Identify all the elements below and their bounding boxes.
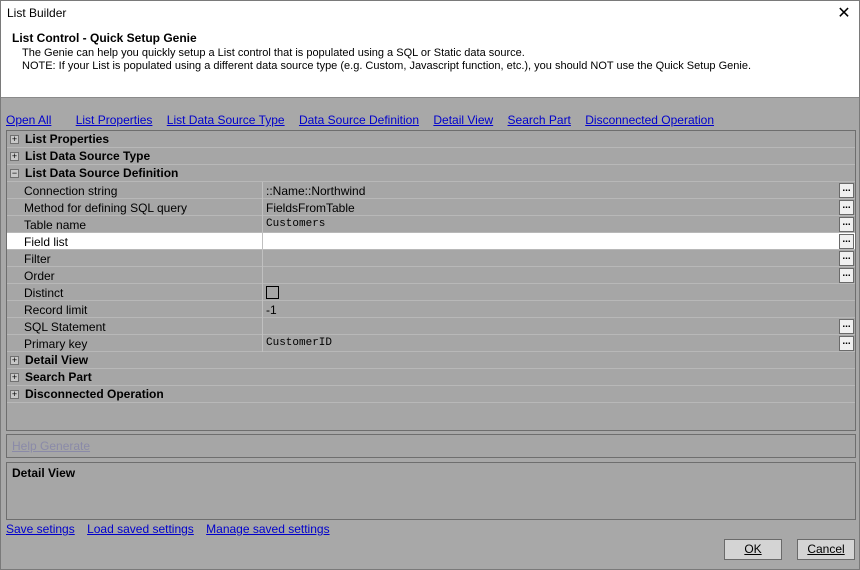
settings-links: Save setings Load saved settings Manage … (6, 522, 339, 536)
nav-list-properties[interactable]: List Properties (76, 113, 153, 127)
section-nav: Open All List Properties List Data Sourc… (6, 113, 725, 127)
header-divider (1, 97, 859, 98)
column-divider (262, 199, 263, 216)
prop-name: Method for defining SQL query (24, 201, 187, 215)
expand-icon[interactable]: + (10, 390, 19, 399)
genie-title: List Control - Quick Setup Genie (12, 31, 197, 45)
category-label: Disconnected Operation (25, 387, 164, 401)
column-divider (262, 250, 263, 267)
ellipsis-icon[interactable]: ... (839, 217, 854, 232)
column-divider (262, 233, 263, 250)
expand-icon[interactable]: + (10, 135, 19, 144)
category-list-data-source-type[interactable]: + List Data Source Type (7, 148, 855, 165)
column-divider (262, 216, 263, 233)
category-label: List Data Source Type (25, 149, 151, 163)
category-list-data-source-definition[interactable]: − List Data Source Definition (7, 165, 855, 182)
prop-name: Field list (24, 235, 69, 249)
prop-name: Order (24, 269, 55, 283)
prop-row-primary-key[interactable]: Primary key CustomerID ... (7, 335, 855, 352)
column-divider (262, 267, 263, 284)
detail-panel: Detail View (6, 462, 856, 520)
prop-row-method-sql-query[interactable]: Method for defining SQL query FieldsFrom… (7, 199, 855, 216)
property-grid: + List Properties + List Data Source Typ… (6, 130, 856, 431)
ok-button-label: OK (744, 542, 762, 556)
prop-row-distinct[interactable]: Distinct (7, 284, 855, 301)
prop-name: Distinct (24, 286, 64, 300)
prop-name: Primary key (24, 337, 88, 351)
nav-disconnected-operation[interactable]: Disconnected Operation (585, 113, 714, 127)
prop-value[interactable]: CustomerID (266, 337, 332, 349)
category-label: Detail View (25, 353, 89, 367)
detail-panel-title: Detail View (12, 466, 76, 480)
category-label: List Properties (25, 132, 110, 146)
column-divider (262, 335, 263, 352)
prop-row-table-name[interactable]: Table name Customers ... (7, 216, 855, 233)
expand-icon[interactable]: + (10, 373, 19, 382)
help-generate-link[interactable]: Help Generate (12, 439, 90, 453)
close-icon[interactable]: ✕ (829, 1, 859, 27)
genie-header: List Control - Quick Setup Genie The Gen… (1, 27, 859, 97)
nav-search-part[interactable]: Search Part (508, 113, 571, 127)
prop-value[interactable]: ::Name::Northwind (266, 184, 365, 198)
column-divider (262, 284, 263, 301)
expand-icon[interactable]: + (10, 152, 19, 161)
prop-row-order[interactable]: Order ... (7, 267, 855, 284)
genie-description: The Genie can help you quickly setup a L… (22, 47, 751, 73)
title-bar: List Builder ✕ (1, 1, 859, 27)
prop-row-record-limit[interactable]: Record limit -1 (7, 301, 855, 318)
prop-row-filter[interactable]: Filter ... (7, 250, 855, 267)
category-disconnected-operation[interactable]: + Disconnected Operation (7, 386, 855, 403)
collapse-icon[interactable]: − (10, 169, 19, 178)
prop-name: Record limit (24, 303, 88, 317)
prop-name: SQL Statement (24, 320, 106, 334)
ellipsis-icon[interactable]: ... (839, 319, 854, 334)
column-divider (262, 301, 263, 318)
ellipsis-icon[interactable]: ... (839, 234, 854, 249)
window-title: List Builder (7, 6, 67, 20)
column-divider (262, 318, 263, 335)
nav-list-data-source-type[interactable]: List Data Source Type (167, 113, 285, 127)
category-list-properties[interactable]: + List Properties (7, 131, 855, 148)
ellipsis-icon[interactable]: ... (839, 336, 854, 351)
nav-open-all[interactable]: Open All (6, 113, 51, 127)
column-divider (262, 182, 263, 199)
category-label: Search Part (25, 370, 92, 384)
prop-row-connection-string[interactable]: Connection string ::Name::Northwind ... (7, 182, 855, 199)
category-detail-view[interactable]: + Detail View (7, 352, 855, 369)
manage-saved-settings-link[interactable]: Manage saved settings (206, 522, 329, 536)
help-generate-panel: Help Generate (6, 434, 856, 458)
nav-data-source-definition[interactable]: Data Source Definition (299, 113, 419, 127)
prop-name: Connection string (24, 184, 118, 198)
ellipsis-icon[interactable]: ... (839, 268, 854, 283)
cancel-button-label: Cancel (807, 542, 845, 556)
nav-detail-view[interactable]: Detail View (433, 113, 493, 127)
distinct-checkbox[interactable] (266, 286, 279, 299)
genie-description-line2: NOTE: If your List is populated using a … (22, 60, 752, 72)
prop-value[interactable]: FieldsFromTable (266, 201, 355, 215)
prop-row-sql-statement[interactable]: SQL Statement ... (7, 318, 855, 335)
load-saved-settings-link[interactable]: Load saved settings (87, 522, 194, 536)
prop-value[interactable]: -1 (266, 303, 277, 317)
save-settings-link[interactable]: Save setings (6, 522, 75, 536)
category-label: List Data Source Definition (25, 166, 179, 180)
ellipsis-icon[interactable]: ... (839, 200, 854, 215)
prop-name: Table name (24, 218, 87, 232)
ellipsis-icon[interactable]: ... (839, 183, 854, 198)
prop-name: Filter (24, 252, 51, 266)
list-builder-window: List Builder ✕ List Control - Quick Setu… (0, 0, 860, 570)
category-search-part[interactable]: + Search Part (7, 369, 855, 386)
prop-value[interactable]: Customers (266, 218, 325, 230)
ellipsis-icon[interactable]: ... (839, 251, 854, 266)
expand-icon[interactable]: + (10, 356, 19, 365)
genie-description-line1: The Genie can help you quickly setup a L… (22, 47, 525, 59)
ok-button[interactable]: OK (724, 539, 782, 560)
cancel-button[interactable]: Cancel (797, 539, 855, 560)
prop-row-field-list[interactable]: Field list ... (7, 233, 855, 250)
